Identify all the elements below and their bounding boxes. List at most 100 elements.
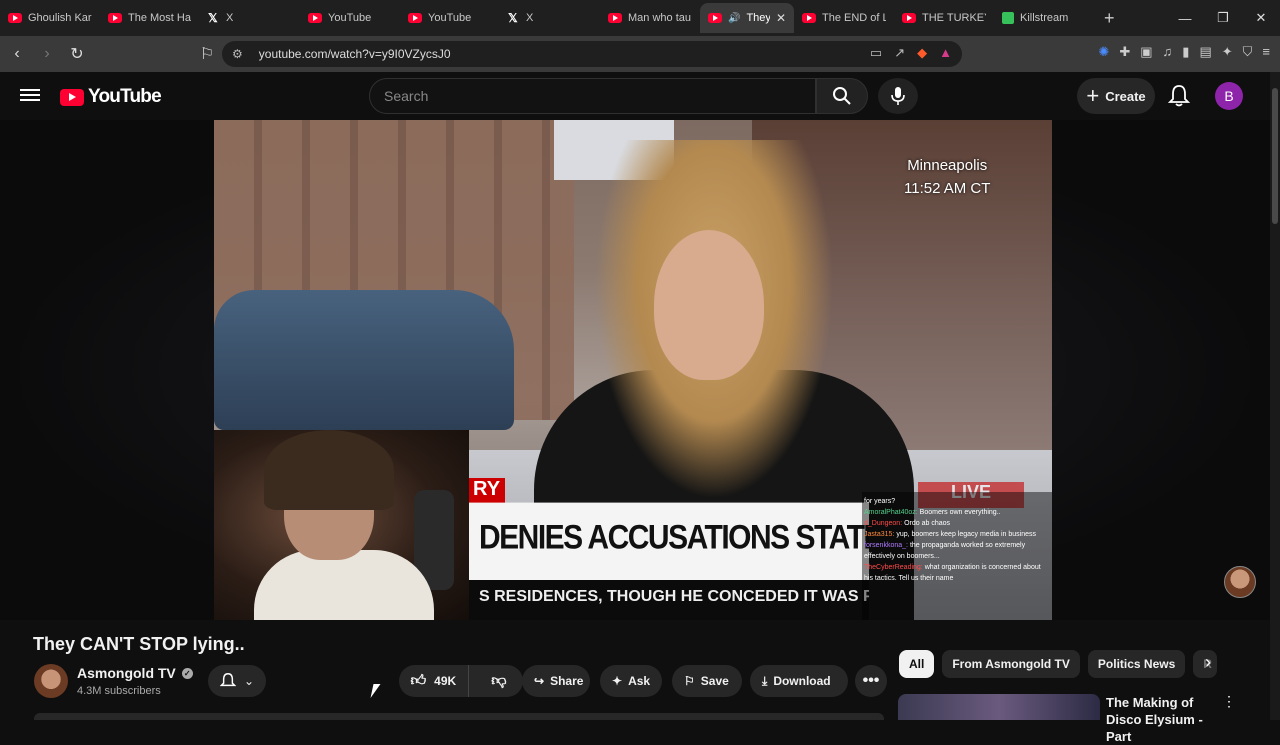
scrollbar-thumb[interactable] <box>1272 88 1278 224</box>
news-chyron: DENIES ACCUSATIONS STATE HAS OVERLOOKED … <box>469 502 869 586</box>
site-info-icon[interactable]: ⚙ <box>232 47 243 61</box>
bookmark-icon[interactable]: ⚐ <box>194 41 220 67</box>
screenshot-icon[interactable]: ▣ <box>1140 44 1152 60</box>
create-button[interactable]: + Create <box>1077 78 1155 114</box>
reload-icon[interactable]: ↻ <box>64 41 90 67</box>
share-label: Share <box>550 674 584 688</box>
share-page-icon[interactable]: ↗ <box>894 45 905 61</box>
save-button[interactable]: ⚐ Save <box>672 665 742 697</box>
more-vertical-icon[interactable]: ⋮ <box>1222 693 1236 710</box>
webcam-shirt <box>254 550 434 620</box>
chevron-right-icon[interactable]: › <box>1205 652 1211 673</box>
account-avatar[interactable]: B <box>1215 82 1243 110</box>
news-location-overlay: Minneapolis 11:52 AM CT <box>904 154 990 200</box>
share-icon: ↪ <box>534 674 545 688</box>
download-button[interactable]: ⤓ Download <box>750 665 848 697</box>
news-subline: S RESIDENCES, THOUGH HE CONCEDED IT WAS … <box>469 580 869 620</box>
extension-icons: ✺ ✚ ▣ ♫ ▮ ▤ ✦ ⛉ ≡ <box>1098 44 1270 60</box>
x-icon: 𝕏 <box>208 11 218 25</box>
menu-hamburger-icon[interactable] <box>20 86 40 106</box>
voice-search-button[interactable] <box>878 78 918 114</box>
browser-tab[interactable]: YouTube <box>400 3 500 33</box>
chat-message: TheCyberReading: what organization is co… <box>864 564 1041 582</box>
wallet-icon[interactable]: ▤ <box>1199 44 1211 60</box>
menu-icon[interactable]: ≡ <box>1262 44 1270 60</box>
close-window-icon[interactable]: ✕ <box>1242 0 1280 36</box>
recommended-video-thumbnail[interactable] <box>898 694 1100 720</box>
address-bar[interactable]: ⚙ youtube.com/watch?v=y9I0VZycsJ0 ▭ ↗ ◆ … <box>222 41 962 67</box>
sidebar-icon[interactable]: ▮ <box>1182 44 1189 60</box>
chip-from-channel[interactable]: From Asmongold TV <box>942 650 1080 678</box>
subscription-bell-button[interactable]: ⌄ <box>208 665 266 697</box>
bell-icon <box>219 672 236 687</box>
channel-avatar[interactable] <box>34 664 68 698</box>
new-tab-button[interactable]: + <box>1104 8 1124 29</box>
browser-tab[interactable]: Ghoulish Kar <box>0 3 100 33</box>
channel-name[interactable]: Asmongold TV ✓ <box>77 665 193 681</box>
chip-all[interactable]: All <box>899 650 935 678</box>
browser-tab[interactable]: The END of L <box>794 3 894 33</box>
forward-icon[interactable]: › <box>34 41 60 67</box>
browser-toolbar: ‹ › ↻ ⚐ ⚙ youtube.com/watch?v=y9I0VZycsJ… <box>0 36 1280 72</box>
thumbs-up-icon: 👍︎ <box>410 672 427 689</box>
browser-tab-active[interactable]: 🔊 They C ✕ <box>700 3 794 33</box>
tab-title: YouTube <box>328 12 372 24</box>
youtube-icon <box>8 13 22 23</box>
killstream-icon <box>1002 12 1014 24</box>
floating-channel-avatar[interactable] <box>1224 566 1256 598</box>
browser-tab[interactable]: YouTube <box>300 3 400 33</box>
browser-tab[interactable]: Man who tau <box>600 3 700 33</box>
ask-label: Ask <box>628 674 651 688</box>
page-scrollbar[interactable] <box>1270 72 1280 720</box>
browser-tab[interactable]: THE TURKEY <box>894 3 994 33</box>
tab-title: YouTube <box>428 12 472 24</box>
restore-icon[interactable]: ❐ <box>1204 0 1242 36</box>
browser-tab[interactable]: 𝕏X <box>500 3 600 33</box>
chat-message: Jasta315: yup, boomers keep legacy media… <box>864 531 1037 538</box>
more-horizontal-icon: ••• <box>862 672 880 689</box>
more-actions-button[interactable]: ••• <box>855 665 887 697</box>
search-input[interactable]: Search <box>369 78 816 114</box>
minimize-icon[interactable]: — <box>1166 0 1204 36</box>
like-button[interactable]: 👍︎ 49K <box>399 665 469 697</box>
youtube-icon <box>902 13 916 23</box>
browser-tab[interactable]: 𝕏X <box>200 3 300 33</box>
share-button[interactable]: ↪ Share <box>522 665 590 697</box>
tab-title: Man who tau <box>628 12 691 24</box>
dislike-button[interactable]: 👎︎ <box>475 665 523 697</box>
webcam-hair <box>264 430 394 510</box>
close-tab-icon[interactable]: ✕ <box>776 11 786 25</box>
youtube-logo[interactable]: YouTube <box>60 86 162 108</box>
speaker-icon[interactable]: 🔊 <box>728 13 740 24</box>
vpn-icon[interactable]: ⛉ <box>1243 44 1253 60</box>
brave-shield-icon[interactable]: ◆ <box>917 45 927 61</box>
channel-name-text: Asmongold TV <box>77 665 176 681</box>
notifications-bell-icon[interactable] <box>1168 84 1192 108</box>
stream-chat-overlay: for years? AmoralPhat40oz: Boomers own e… <box>862 492 1052 620</box>
video-frame-car <box>214 290 514 430</box>
create-label: Create <box>1105 88 1146 104</box>
puzzle-icon[interactable]: ✚ <box>1119 44 1130 60</box>
brave-rewards-icon[interactable]: ▲ <box>939 45 952 61</box>
tab-title: Ghoulish Kar <box>28 12 92 24</box>
leo-icon[interactable]: ✦ <box>1222 44 1233 60</box>
ask-button[interactable]: ✦ Ask <box>600 665 662 697</box>
browser-tab[interactable]: The Most Ha <box>100 3 200 33</box>
extension-icon[interactable]: ✺ <box>1098 44 1109 60</box>
media-icon[interactable]: ♫ <box>1163 44 1173 60</box>
chip-politics-news[interactable]: Politics News <box>1087 650 1186 678</box>
description-box[interactable] <box>34 713 884 720</box>
search-button[interactable] <box>816 78 868 114</box>
browser-tab[interactable]: Killstream <box>994 3 1094 33</box>
recommendation-chips: All From Asmongold TV Politics News R <box>899 650 1218 678</box>
back-icon[interactable]: ‹ <box>4 41 30 67</box>
video-frame-reporter-face <box>654 230 764 380</box>
cast-icon[interactable]: ▭ <box>870 45 882 61</box>
youtube-icon <box>108 13 122 23</box>
url-text: youtube.com/watch?v=y9I0VZycsJ0 <box>258 47 451 61</box>
save-label: Save <box>700 674 729 688</box>
microphone-icon <box>891 87 905 105</box>
browser-tab-strip: Ghoulish Kar The Most Ha 𝕏X YouTube YouT… <box>0 0 1280 36</box>
youtube-icon <box>408 13 422 23</box>
subscriber-count: 4.3M subscribers <box>77 685 161 697</box>
